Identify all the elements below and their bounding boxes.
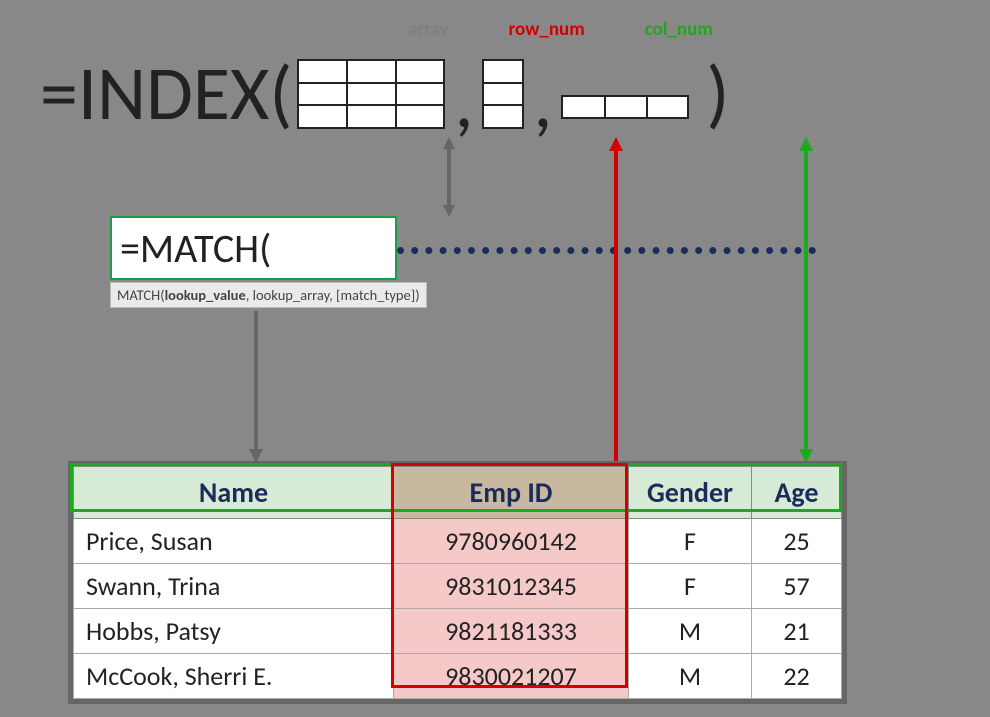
paren-close: ): [706, 48, 729, 140]
table-row: Hobbs, Patsy9821181333M21: [74, 609, 842, 654]
th-name: Name: [74, 467, 394, 519]
arrow-col-icon: [797, 137, 815, 463]
label-array: array: [408, 18, 449, 41]
data-table-wrap: Name Emp ID Gender Age Price, Susan97809…: [68, 461, 847, 704]
col-grid-icon: [560, 94, 690, 120]
arrow-array-icon: [441, 137, 457, 217]
table-row: Swann, Trina9831012345F57: [74, 564, 842, 609]
paren-open: (: [269, 48, 292, 140]
th-age: Age: [752, 467, 842, 519]
th-gender: Gender: [629, 467, 752, 519]
equals-sign: =: [40, 48, 78, 140]
array-grid-icon: [296, 58, 446, 130]
data-table: Name Emp ID Gender Age Price, Susan97809…: [73, 466, 842, 699]
match-formula-box: =MATCH( MATCH(lookup_value, lookup_array…: [110, 216, 427, 308]
comma: ,: [529, 56, 556, 148]
label-col-num: col_num: [645, 18, 713, 41]
param-labels: array row_num col_num: [408, 18, 713, 41]
label-row-num: row_num: [509, 18, 585, 41]
row-grid-icon: [481, 58, 525, 130]
match-cell-input: =MATCH(: [110, 216, 397, 280]
arrow-row-icon: [607, 137, 625, 505]
table-row: McCook, Sherri E.9830021207M22: [74, 654, 842, 699]
comma: ,: [450, 56, 477, 148]
index-formula: =INDEX( , , ): [40, 48, 729, 140]
fn-name: INDEX: [78, 48, 270, 140]
th-emp: Emp ID: [394, 467, 629, 519]
arrow-match-elbow-icon: [243, 305, 269, 463]
match-text: =MATCH(: [120, 224, 271, 273]
table-row: Price, Susan9780960142F25: [74, 519, 842, 564]
table-header-row: Name Emp ID Gender Age: [74, 467, 842, 519]
